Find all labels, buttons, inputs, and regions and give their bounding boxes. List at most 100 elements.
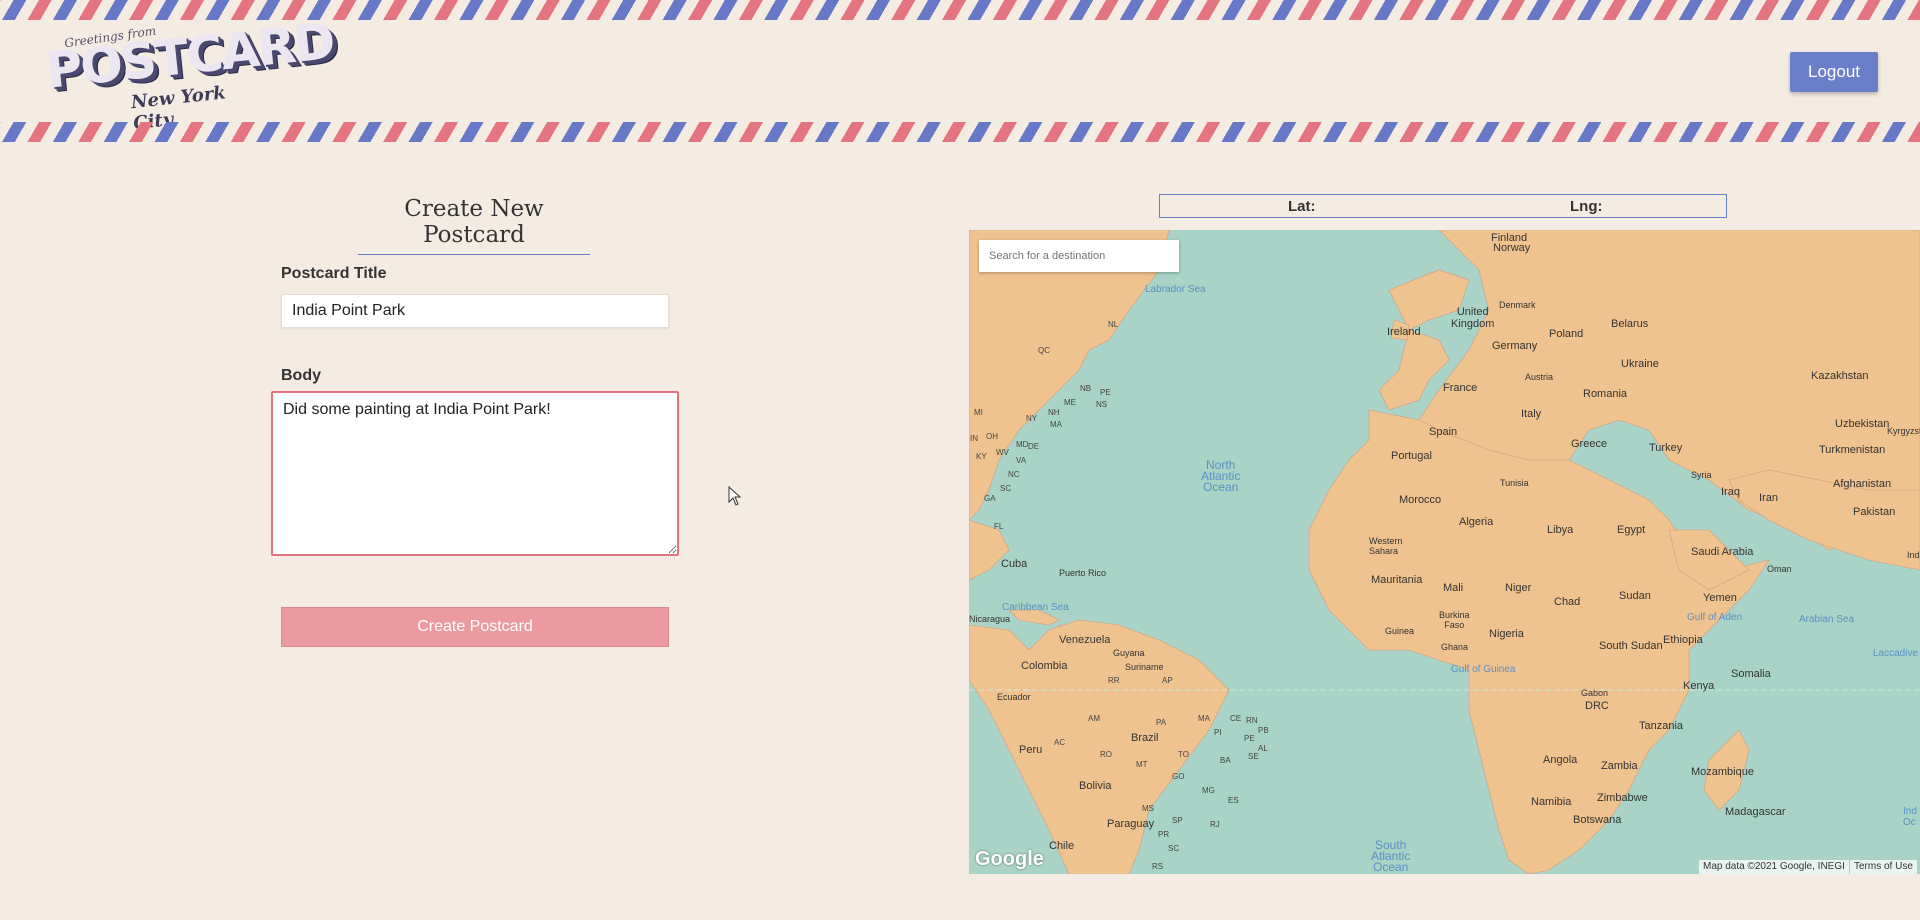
map-label-saudi-arabia: Saudi Arabia [1691, 546, 1754, 558]
map-label-brazil: Brazil [1131, 732, 1159, 744]
destination-search-input[interactable] [979, 240, 1179, 272]
map-label-zimbabwe: Zimbabwe [1597, 792, 1648, 804]
map-label-mali: Mali [1443, 582, 1464, 594]
map-label-pa: PA [1156, 718, 1167, 727]
map-label-spain: Spain [1429, 426, 1458, 438]
map-label-pb: PB [1258, 726, 1269, 735]
map-label-ukraine: Ukraine [1621, 358, 1659, 370]
airmail-stripe-bottom [0, 122, 1920, 142]
map-label-gulf-of-aden: Gulf of Aden [1687, 612, 1743, 623]
map-label-nicaragua: Nicaragua [969, 614, 1011, 624]
map-label-ce: CE [1230, 714, 1242, 723]
map-label-turkey: Turkey [1649, 442, 1683, 454]
map-label-western-sahara: Western Sahara [1369, 536, 1403, 556]
map-label-drc: DRC [1585, 700, 1609, 712]
map-label-portugal: Portugal [1391, 450, 1432, 462]
map-attribution: Map data ©2021 Google, INEGI [1699, 860, 1849, 874]
map-label-sudan: Sudan [1619, 590, 1651, 602]
map-label-bolivia: Bolivia [1079, 780, 1112, 792]
map-label-mt: MT [1136, 760, 1148, 769]
map-label-united-kingdom: United Kingdom [1451, 306, 1495, 330]
map-label-kyrgyzstan: Kyrgyzstan [1887, 426, 1920, 436]
map-label-ma: MA [1050, 420, 1062, 429]
map-label-italy: Italy [1521, 408, 1542, 420]
google-logo: Google [975, 848, 1044, 870]
map-label-rr: RR [1108, 676, 1120, 685]
map-label-germany: Germany [1492, 340, 1538, 352]
map-label-rs: RS [1152, 862, 1164, 871]
mouse-cursor-icon [728, 486, 742, 506]
map-label-pe-br: PE [1244, 734, 1255, 743]
map-label-caribbean-sea: Caribbean Sea [1002, 602, 1069, 613]
destination-map[interactable]: North Atlantic Ocean South Atlantic Ocea… [969, 230, 1920, 874]
map-label-ny: NY [1026, 414, 1038, 423]
map-label-me: ME [1064, 398, 1076, 407]
map-label-south-sudan: South Sudan [1599, 640, 1663, 652]
map-label-egypt: Egypt [1617, 524, 1646, 536]
map-label-puerto-rico: Puerto Rico [1059, 568, 1107, 578]
map-label-arabian-sea: Arabian Sea [1799, 614, 1855, 625]
map-label-ap: AP [1162, 676, 1173, 685]
map-label-algeria: Algeria [1459, 516, 1494, 528]
map-label-poland: Poland [1549, 328, 1584, 340]
map-label-gulf-of-guinea: Gulf of Guinea [1451, 664, 1516, 675]
map-label-rn: RN [1246, 716, 1258, 725]
body-label: Body [281, 367, 321, 384]
map-label-somalia: Somalia [1731, 668, 1771, 680]
map-label-ro: RO [1100, 750, 1112, 759]
map-label-turkmenistan: Turkmenistan [1819, 444, 1886, 456]
map-label-tanzania: Tanzania [1639, 720, 1684, 732]
map-label-venezuela: Venezuela [1059, 634, 1111, 646]
map-label-in: IN [970, 434, 978, 443]
map-label-al: AL [1258, 744, 1268, 753]
map-label-qc: QC [1038, 346, 1050, 355]
map-label-paraguay: Paraguay [1107, 818, 1155, 830]
map-label-guinea: Guinea [1385, 626, 1415, 636]
map-label-france: France [1443, 382, 1478, 394]
map-label-ecuador: Ecuador [997, 692, 1031, 702]
map-label-ms: MS [1142, 804, 1154, 813]
map-label-mg: MG [1202, 786, 1215, 795]
map-label-md: MD [1016, 440, 1029, 449]
map-label-north-atlantic: North Atlantic Ocean [1201, 458, 1241, 494]
map-label-nh: NH [1048, 408, 1060, 417]
map-label-va: VA [1016, 456, 1027, 465]
map-label-ba: BA [1220, 756, 1231, 765]
map-label-uzbekistan: Uzbekistan [1835, 418, 1890, 430]
logout-button[interactable]: Logout [1790, 52, 1878, 92]
map-label-niger: Niger [1505, 582, 1532, 594]
map-label-denmark: Denmark [1499, 300, 1536, 310]
title-label: Postcard Title [281, 265, 387, 282]
map-label-cuba: Cuba [1001, 558, 1028, 570]
map-label-pi: PI [1214, 728, 1222, 737]
map-label-ireland: Ireland [1387, 326, 1421, 338]
map-label-syria: Syria [1691, 470, 1712, 480]
postcard-title-input[interactable] [281, 294, 669, 328]
map-label-ns: NS [1096, 400, 1108, 409]
map-label-namibia: Namibia [1531, 796, 1572, 808]
postcard-body-textarea[interactable]: Did some painting at India Point Park! [271, 391, 679, 556]
map-label-go: GO [1172, 772, 1185, 781]
lng-label: Lng: [1570, 198, 1603, 215]
map-label-greece: Greece [1571, 438, 1608, 450]
page-title: Create New Postcard [358, 196, 590, 255]
map-label-wv: WV [996, 448, 1009, 457]
terms-of-use-link[interactable]: Terms of Use [1850, 860, 1917, 874]
map-label-botswana: Botswana [1573, 814, 1622, 826]
map-label-nb: NB [1080, 384, 1092, 393]
map-label-am: AM [1088, 714, 1100, 723]
map-label-norway: Norway [1493, 242, 1531, 254]
map-label-labrador-sea: Labrador Sea [1145, 284, 1206, 295]
create-postcard-button[interactable]: Create Postcard [281, 607, 669, 647]
map-label-chad: Chad [1554, 596, 1581, 608]
map-label-ma-br: MA [1198, 714, 1210, 723]
map-label-nc: NC [1008, 470, 1020, 479]
postcard-logo[interactable]: Greetings from POSTCARD New York City [40, 12, 336, 134]
map-label-oh: OH [986, 432, 998, 441]
map-label-kazakhstan: Kazakhstan [1811, 370, 1869, 382]
map-label-pe: PE [1100, 388, 1111, 397]
map-label-pr: PR [1158, 830, 1170, 839]
map-label-guyana: Guyana [1113, 648, 1145, 658]
map-label-kenya: Kenya [1683, 680, 1715, 692]
map-label-ac: AC [1054, 738, 1066, 747]
